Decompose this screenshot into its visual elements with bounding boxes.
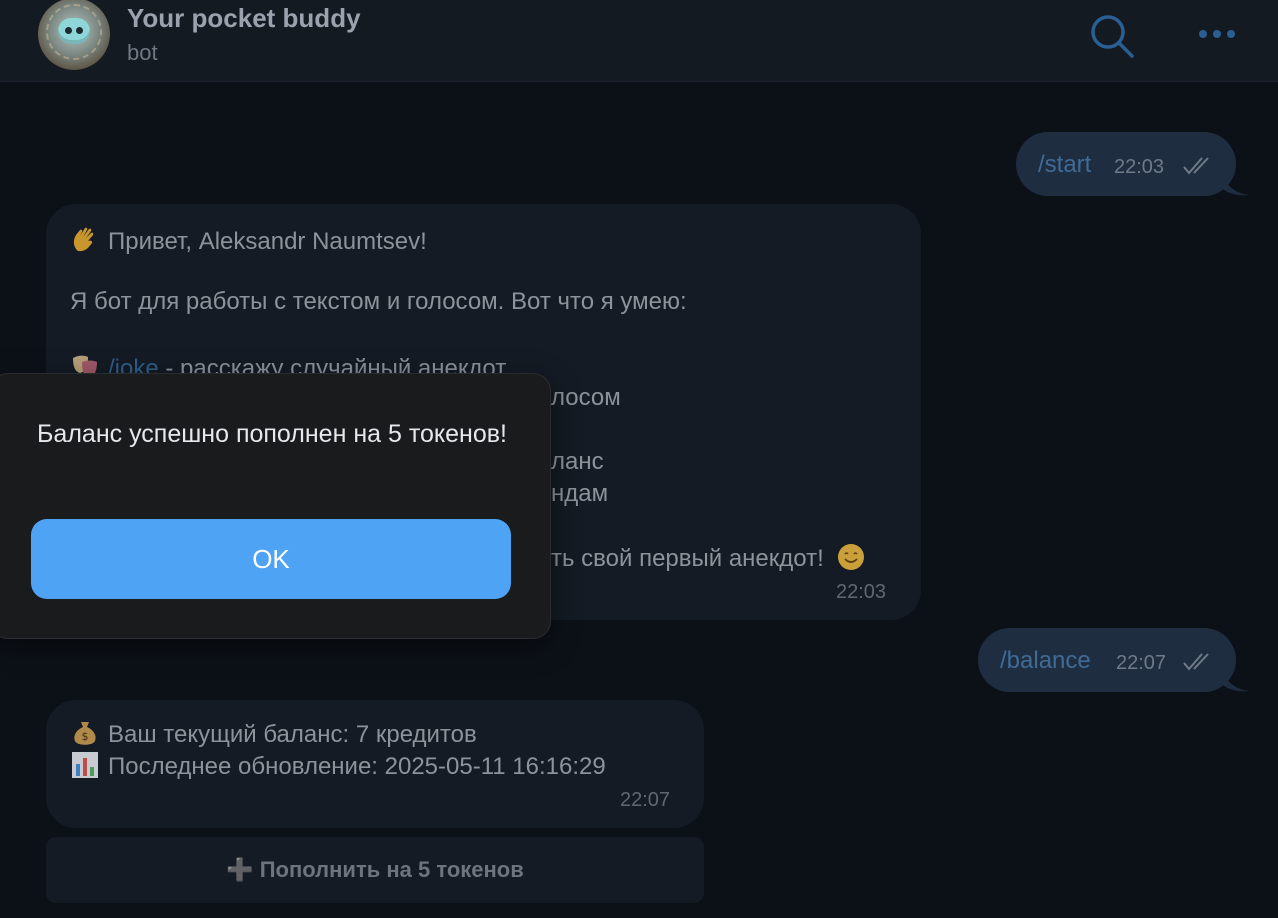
help-line-fragment: ндам: [551, 480, 609, 507]
ok-button[interactable]: OK: [31, 519, 511, 599]
double-check-icon: [1183, 157, 1209, 175]
alert-dialog: Баланс успешно пополнен на 5 токенов! OK: [0, 373, 551, 639]
outgoing-message-start[interactable]: /start 22:03: [1016, 132, 1236, 196]
bar-chart-icon: [72, 752, 98, 778]
bot-avatar[interactable]: [38, 0, 110, 70]
outgoing-message-balance[interactable]: /balance 22:07: [978, 628, 1236, 692]
greeting-text: Привет, Aleksandr Naumtsev!: [108, 228, 427, 255]
balance-line: $ Ваш текущий баланс: 7 кредитов: [70, 718, 477, 749]
message-time: 22:03: [1114, 156, 1165, 178]
robot-face: [58, 18, 90, 44]
search-button[interactable]: [1088, 12, 1136, 60]
cta-text: ть свой первый анекдот!: [551, 545, 824, 572]
search-icon: [1091, 15, 1134, 58]
more-icon: [1199, 30, 1235, 38]
smiling-face-icon: [838, 544, 865, 570]
money-bag-icon: $: [74, 722, 96, 745]
chat-title[interactable]: Your pocket buddy: [127, 3, 361, 34]
topup-button[interactable]: ➕ Пополнить на 5 токенов: [46, 837, 704, 903]
incoming-message-balance: $ Ваш текущий баланс: 7 кредитов Последн…: [46, 700, 704, 828]
chat-subtitle: bot: [127, 40, 158, 65]
message-text: /start: [1038, 151, 1092, 178]
bubble-tail: [1222, 670, 1250, 692]
updated-line: Последнее обновление: 2025-05-11 16:16:2…: [70, 750, 606, 781]
balance-line-fragment: ланс: [551, 448, 604, 475]
updated-text: Последнее обновление: 2025-05-11 16:16:2…: [108, 753, 606, 780]
voice-line-fragment: лосом: [551, 384, 621, 411]
chat-header: Your pocket buddy bot: [0, 0, 1278, 82]
message-time: 22:03: [836, 581, 887, 603]
svg-text:$: $: [82, 730, 89, 743]
bubble-tail: [1222, 174, 1250, 196]
robot-eye-right: [76, 27, 83, 34]
intro-line: Я бот для работы с текстом и голосом. Во…: [70, 288, 687, 315]
double-check-icon: [1183, 653, 1209, 671]
greeting-line: Привет, Aleksandr Naumtsev!: [70, 225, 427, 256]
alert-message: Баланс успешно пополнен на 5 токенов!: [37, 420, 507, 448]
robot-eye-left: [65, 27, 72, 34]
cta-line-fragment: ть свой первый анекдот!: [551, 542, 874, 573]
balance-text: Ваш текущий баланс: 7 кредитов: [108, 721, 477, 748]
message-time: 22:07: [1116, 652, 1167, 674]
message-text: /balance: [1000, 647, 1091, 674]
more-button[interactable]: [1194, 18, 1242, 52]
waving-hand-icon: [73, 227, 94, 252]
message-time: 22:07: [620, 789, 671, 811]
